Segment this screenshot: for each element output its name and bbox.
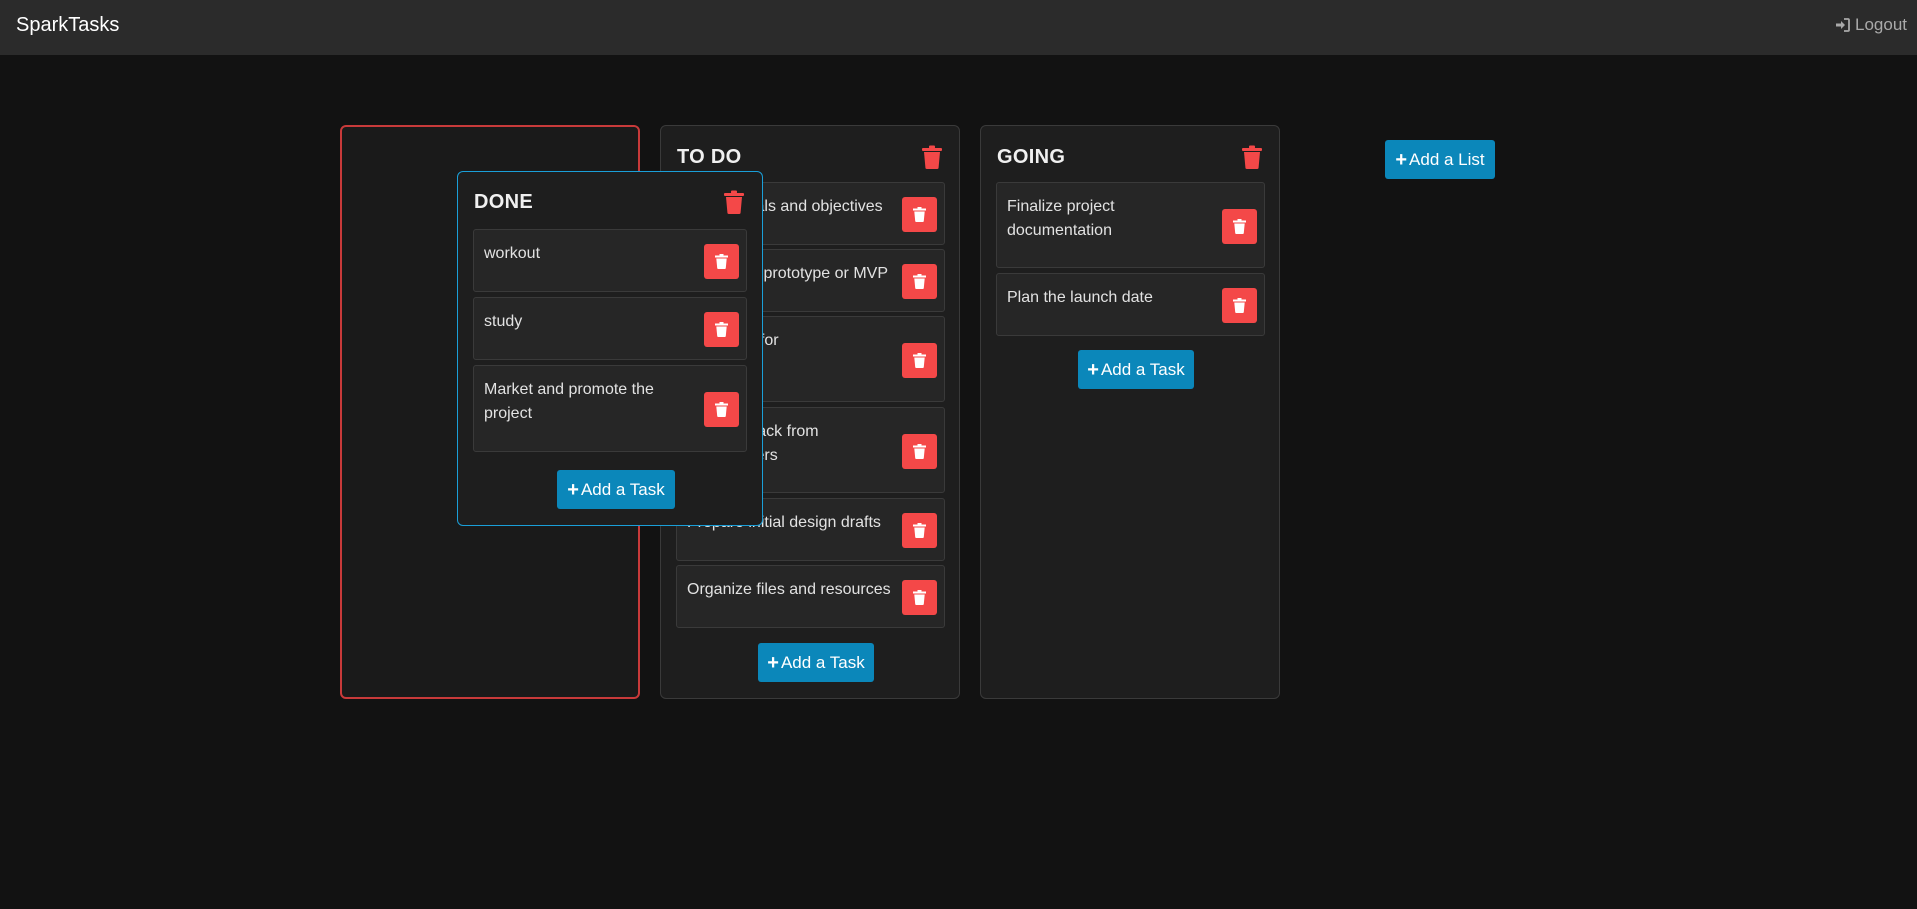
card-done-3[interactable]: Market and promote the project — [473, 365, 747, 452]
trash-icon — [913, 353, 926, 368]
logout-label: Logout — [1855, 15, 1907, 34]
add-task-button[interactable]: + Add a Task — [557, 470, 675, 509]
trash-icon — [913, 444, 926, 459]
card-todo-6[interactable]: Organize files and resources — [676, 565, 945, 628]
trash-icon — [1242, 145, 1262, 169]
plus-icon: + — [567, 478, 579, 501]
trash-icon — [913, 523, 926, 538]
trash-icon — [922, 145, 942, 169]
add-task-button[interactable]: + Add a Task — [1078, 350, 1194, 389]
trash-icon — [1233, 298, 1246, 313]
list-title-done: DONE — [474, 191, 533, 213]
trash-icon — [913, 207, 926, 222]
delete-task-button[interactable] — [902, 434, 937, 469]
brand-logo[interactable]: SparkTasks — [16, 14, 119, 37]
card-text: study — [484, 313, 523, 330]
delete-task-button[interactable] — [902, 264, 937, 299]
card-text: Organize files and resources — [687, 581, 891, 598]
delete-task-button[interactable] — [1222, 288, 1257, 323]
top-navbar: SparkTasks Logout — [0, 0, 1917, 55]
sign-in-icon — [1835, 17, 1851, 33]
add-task-label: Add a Task — [1100, 359, 1185, 379]
card-text: Plan the launch date — [1007, 289, 1153, 306]
delete-task-button[interactable] — [704, 312, 739, 347]
trash-icon — [715, 322, 728, 337]
delete-task-button[interactable] — [902, 343, 937, 378]
trash-icon — [913, 590, 926, 605]
add-list-label: Add a List — [1409, 149, 1485, 169]
card-going-2[interactable]: Plan the launch date — [996, 273, 1265, 336]
delete-task-button[interactable] — [902, 197, 937, 232]
delete-task-button[interactable] — [704, 392, 739, 427]
trash-icon — [715, 254, 728, 269]
trash-icon — [724, 190, 744, 214]
delete-list-done-button[interactable] — [723, 190, 745, 214]
delete-list-todo-button[interactable] — [921, 145, 943, 169]
delete-list-going-button[interactable] — [1241, 145, 1263, 169]
plus-icon: + — [767, 651, 779, 674]
list-going[interactable]: GOING Finalize project documentation Pla… — [980, 125, 1280, 699]
list-done[interactable]: DONE workout study Market and promote th… — [457, 171, 763, 526]
add-list-button[interactable]: + Add a List — [1385, 140, 1495, 179]
list-title-todo: TO DO — [677, 146, 742, 168]
card-going-1[interactable]: Finalize project documentation — [996, 182, 1265, 268]
card-done-2[interactable]: study — [473, 297, 747, 360]
trash-icon — [715, 402, 728, 417]
card-text: workout — [484, 245, 541, 262]
trash-icon — [1233, 219, 1246, 234]
add-task-button[interactable]: + Add a Task — [758, 643, 874, 682]
delete-task-button[interactable] — [902, 513, 937, 548]
trash-icon — [913, 274, 926, 289]
delete-task-button[interactable] — [902, 580, 937, 615]
plus-icon: + — [1087, 358, 1099, 381]
logout-button[interactable]: Logout — [1835, 15, 1907, 35]
delete-task-button[interactable] — [704, 244, 739, 279]
card-text: Market and promote the project — [484, 381, 654, 422]
list-title-going: GOING — [997, 146, 1066, 168]
card-text: Finalize project documentation — [1007, 198, 1115, 239]
plus-icon: + — [1395, 148, 1408, 171]
delete-task-button[interactable] — [1222, 209, 1257, 244]
add-task-label: Add a Task — [580, 479, 665, 499]
card-done-1[interactable]: workout — [473, 229, 747, 292]
add-task-label: Add a Task — [780, 652, 865, 672]
